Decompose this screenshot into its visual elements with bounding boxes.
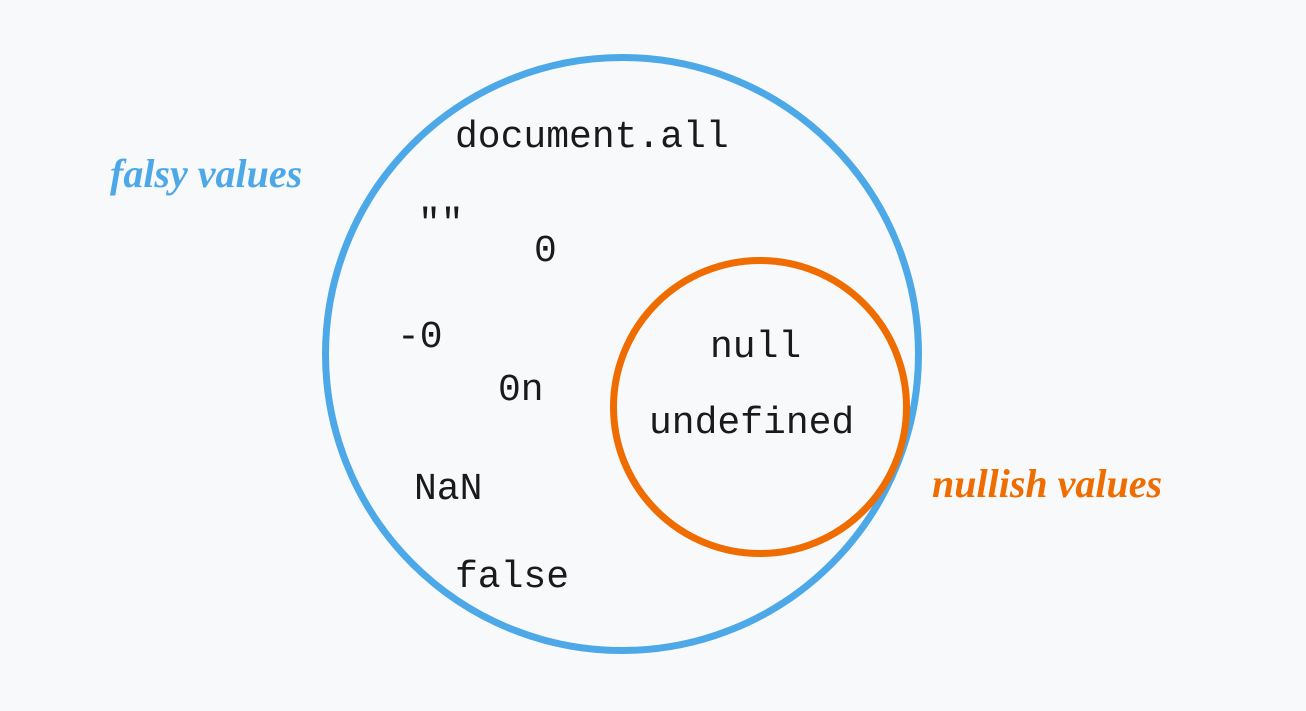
nullish-label: nullish values	[932, 460, 1162, 507]
value-false: false	[455, 556, 569, 599]
value-neg-zero: -0	[397, 316, 443, 359]
value-undefined: undefined	[649, 402, 854, 445]
value-nan: NaN	[414, 468, 482, 511]
value-zero: 0	[534, 230, 557, 273]
falsy-label: falsy values	[110, 150, 302, 197]
value-zero-bigint: 0n	[498, 369, 544, 412]
value-empty-string: ""	[418, 203, 464, 246]
value-document-all: document.all	[455, 116, 729, 159]
venn-diagram: falsy values nullish values document.all…	[0, 0, 1306, 711]
value-null: null	[710, 326, 801, 369]
